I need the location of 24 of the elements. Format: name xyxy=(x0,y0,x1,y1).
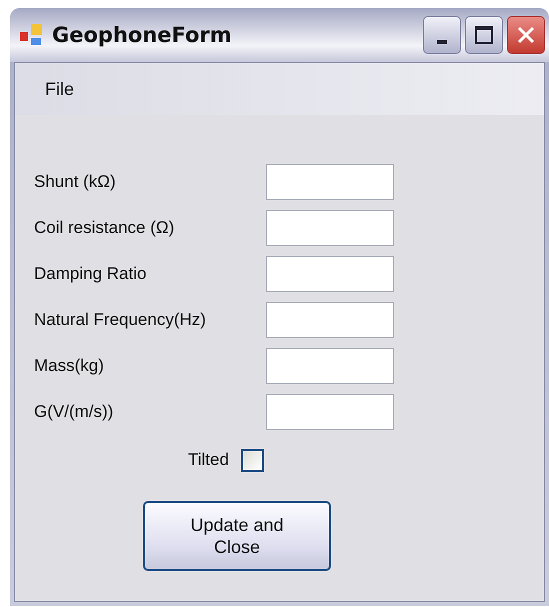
field-label: Natural Frequency(Hz) xyxy=(34,310,207,330)
checkbox-label: Tilted xyxy=(188,450,229,470)
app-icon xyxy=(18,22,44,48)
checkbox[interactable] xyxy=(240,448,264,472)
maximize-button[interactable] xyxy=(465,16,503,54)
field-label: Mass(kg) xyxy=(34,356,105,376)
input-field[interactable] xyxy=(266,256,394,292)
close-icon xyxy=(515,24,537,46)
field-label: Shunt (kΩ) xyxy=(34,172,117,192)
minimize-button[interactable] xyxy=(423,16,461,54)
menu-item[interactable]: File xyxy=(45,78,74,100)
input-field[interactable] xyxy=(266,164,394,200)
maximize-icon xyxy=(473,24,495,46)
input-field[interactable] xyxy=(266,348,394,384)
field-label: Damping Ratio xyxy=(34,264,148,284)
minimize-icon xyxy=(437,40,447,44)
input-field[interactable] xyxy=(266,394,394,430)
window-title: GeophoneForm xyxy=(52,23,232,47)
field-label: Coil resistance (Ω) xyxy=(34,218,176,238)
field-label: G(V/(m/s)) xyxy=(34,402,114,422)
input-field[interactable] xyxy=(266,210,394,246)
input-field[interactable] xyxy=(266,302,394,338)
update-button[interactable]: Update and Close xyxy=(143,501,331,571)
close-button[interactable] xyxy=(507,16,545,54)
